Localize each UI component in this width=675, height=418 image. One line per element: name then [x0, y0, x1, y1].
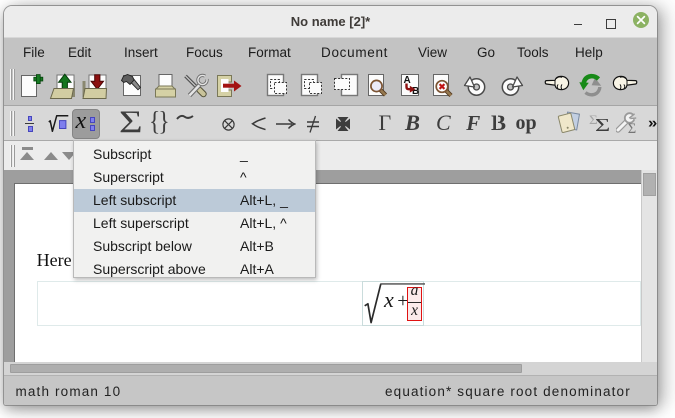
svg-text:B: B: [412, 86, 419, 97]
